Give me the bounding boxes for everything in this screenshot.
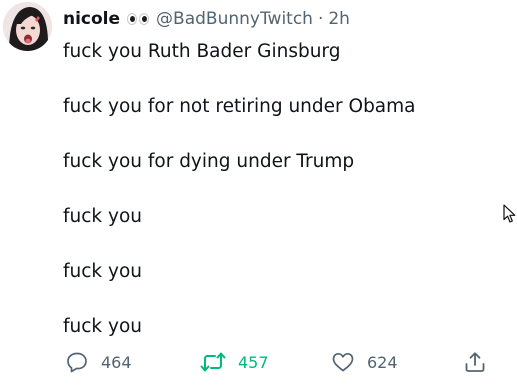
tweet-text-line: fuck you Ruth Bader Ginsburg [63, 41, 341, 62]
reply-button[interactable]: 464 [65, 348, 132, 376]
like-count: 624 [367, 352, 398, 372]
share-icon [465, 352, 485, 372]
tweet-text-line: fuck you for not retiring under Obama [63, 96, 416, 117]
reply-count: 464 [101, 352, 132, 372]
retweet-button[interactable]: 457 [200, 348, 269, 376]
display-name[interactable]: nicole [63, 9, 120, 29]
mouse-cursor-icon [503, 204, 516, 223]
heart-icon [332, 352, 354, 372]
avatar[interactable] [3, 2, 52, 51]
reply-icon [67, 352, 87, 373]
tweet-header: nicole @BadBunnyTwitch · 2h [63, 6, 350, 32]
tweet-text-line: fuck you for dying under Trump [63, 151, 355, 172]
avatar-image [3, 2, 52, 51]
retweet-icon [200, 352, 226, 372]
eyes-emoji-icon [127, 13, 150, 25]
tweet-text-line: fuck you [63, 206, 142, 227]
tweet-text: fuck you Ruth Bader Ginsburg fuck you fo… [63, 38, 503, 340]
tweet-text-line: fuck you [63, 316, 142, 337]
timestamp[interactable]: 2h [328, 9, 350, 29]
tweet-actions: 464 457 624 [63, 348, 503, 376]
share-button[interactable] [463, 348, 487, 376]
like-button[interactable]: 624 [331, 348, 398, 376]
user-handle[interactable]: @BadBunnyTwitch [156, 9, 313, 29]
retweet-count: 457 [238, 352, 269, 372]
separator-dot: · [317, 9, 324, 29]
tweet-text-line: fuck you [63, 261, 142, 282]
tweet[interactable]: nicole @BadBunnyTwitch · 2h fuck you Rut… [0, 0, 517, 390]
